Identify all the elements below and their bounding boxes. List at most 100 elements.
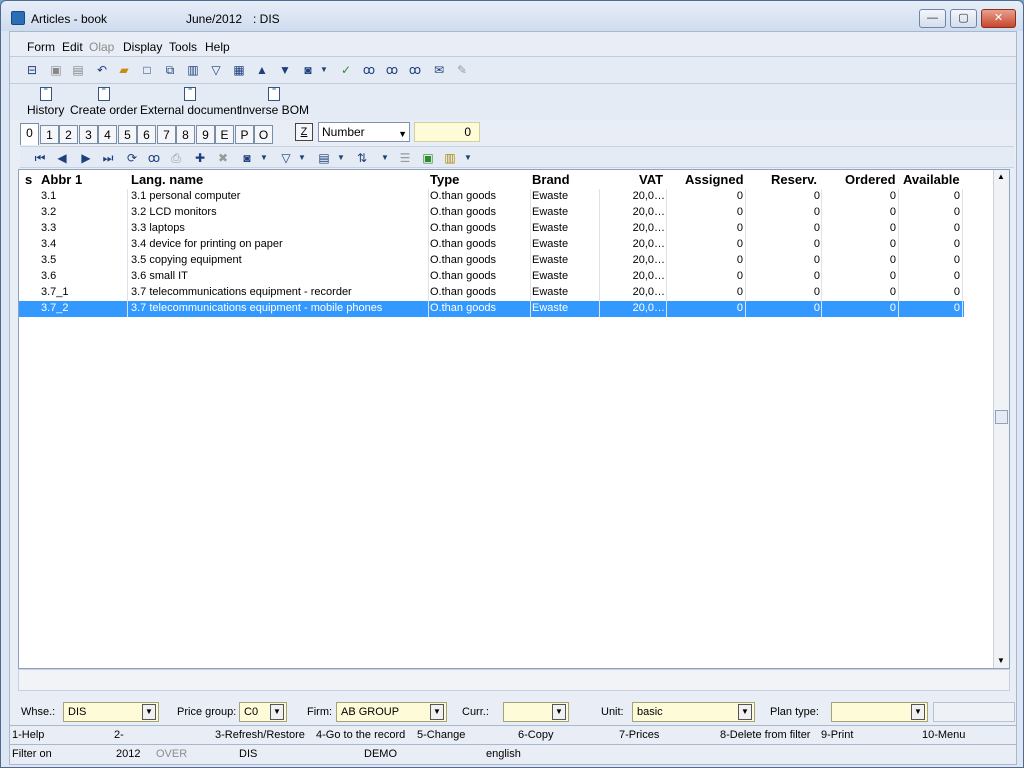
table-cell[interactable]: 20,0… — [601, 222, 665, 234]
tab-0[interactable]: 0 — [20, 123, 39, 145]
articles-grid[interactable]: s Abbr 1 Lang. name Type Brand VAT Assig… — [18, 169, 1010, 669]
book-icon[interactable]: ▥ — [185, 62, 201, 78]
table-cell[interactable]: 0 — [899, 238, 960, 250]
col-header-lang-name[interactable]: Lang. name — [131, 172, 203, 187]
table-cell[interactable]: 3.4 — [41, 238, 127, 250]
table-cell[interactable]: 0 — [746, 190, 820, 202]
curr-field[interactable]: ▼ — [503, 702, 569, 722]
sort-dropdown-icon[interactable]: ▼ — [377, 150, 393, 166]
table-cell[interactable]: 3.5 copying equipment — [131, 254, 427, 266]
fkey-2[interactable]: 2- — [114, 729, 124, 741]
camera-icon[interactable]: ◙ — [239, 150, 255, 166]
refresh-icon[interactable]: ⟳ — [124, 150, 140, 166]
table-cell[interactable]: Ewaste — [532, 270, 598, 282]
table-cell[interactable]: 3.1 — [41, 190, 127, 202]
scroll-up-icon[interactable]: ▲ — [997, 172, 1005, 181]
table-cell[interactable]: 3.6 — [41, 270, 127, 282]
table-cell[interactable]: 3.5 — [41, 254, 127, 266]
table-cell[interactable]: 3.7 telecommunications equipment - mobil… — [131, 302, 427, 314]
table-cell[interactable]: 20,0… — [601, 238, 665, 250]
tab-4[interactable]: 4 — [98, 125, 117, 144]
whse-field[interactable]: DIS ▼ — [63, 702, 159, 722]
mail-icon[interactable]: ✉ — [431, 62, 447, 78]
sort-field-select[interactable]: Number ▼ — [318, 122, 410, 142]
menu-form[interactable]: Form — [27, 40, 55, 54]
table-cell[interactable]: 0 — [823, 254, 896, 266]
table-row[interactable]: 3.3 3.3 laptops O.than goods Ewaste 20,0… 0 0 0… — [19, 221, 964, 237]
fkey-8[interactable]: 8-Delete from filter — [720, 729, 810, 741]
last-record-icon[interactable]: ⏭ — [100, 150, 116, 166]
minimize-button[interactable]: — — [919, 9, 946, 28]
binoculars-icon[interactable]: ꝏ — [146, 150, 162, 166]
scroll-thumb[interactable] — [995, 410, 1008, 424]
table-row[interactable]: 3.6 3.6 small IT O.than goods Ewaste 20,0… 0 0… — [19, 269, 964, 285]
table-cell[interactable]: O.than goods — [430, 190, 528, 202]
table-cell[interactable]: Ewaste — [532, 302, 598, 314]
tab-3[interactable]: 3 — [79, 125, 98, 144]
table-cell[interactable]: 0 — [899, 270, 960, 282]
filter-list-icon[interactable]: ▦ — [231, 62, 247, 78]
col-header-ordered[interactable]: Ordered — [845, 172, 896, 187]
table-cell[interactable]: Ewaste — [532, 254, 598, 266]
table-row[interactable]: 3.7_2 3.7 telecommunications equipment - … — [19, 301, 964, 317]
table-cell[interactable]: 0 — [823, 206, 896, 218]
chevron-down-icon[interactable]: ▼ — [142, 704, 156, 720]
table-cell[interactable]: 0 — [899, 190, 960, 202]
tree-icon[interactable]: ⊟ — [24, 62, 40, 78]
chevron-down-icon[interactable]: ▼ — [270, 704, 284, 720]
check-icon[interactable]: ✓ — [338, 62, 354, 78]
col-header-s[interactable]: s — [25, 172, 32, 187]
find-next-icon[interactable]: ꝏ — [384, 62, 400, 78]
tab-5[interactable]: 5 — [118, 125, 137, 144]
table-cell[interactable]: O.than goods — [430, 238, 528, 250]
table-cell[interactable]: 20,0… — [601, 254, 665, 266]
first-record-icon[interactable]: ⏮ — [32, 150, 48, 166]
table-cell[interactable]: Ewaste — [532, 222, 598, 234]
tab-p[interactable]: P — [235, 125, 254, 144]
col-header-vat[interactable]: VAT — [639, 172, 663, 187]
table-cell[interactable]: 3.7_1 — [41, 286, 127, 298]
table-row[interactable]: 3.2 3.2 LCD monitors O.than goods Ewaste 20,… — [19, 205, 964, 221]
table-cell[interactable]: 0 — [668, 286, 743, 298]
table-row[interactable]: 3.7_1 3.7 telecommunications equipment - … — [19, 285, 964, 301]
col-header-assigned[interactable]: Assigned — [685, 172, 744, 187]
next-record-icon[interactable]: ▶ — [78, 150, 94, 166]
table-cell[interactable]: 0 — [823, 302, 896, 314]
tab-2[interactable]: 2 — [59, 125, 78, 144]
tab-8[interactable]: 8 — [176, 125, 195, 144]
table-row[interactable]: 3.5 3.5 copying equipment O.than goods Ewas… — [19, 253, 964, 269]
table-cell[interactable]: 20,0… — [601, 286, 665, 298]
table-cell[interactable]: 0 — [668, 222, 743, 234]
table-cell[interactable]: O.than goods — [430, 270, 528, 282]
add-icon[interactable]: ✚ — [192, 150, 208, 166]
table-cell[interactable]: 0 — [823, 270, 896, 282]
table-cell[interactable]: 0 — [746, 254, 820, 266]
new-document-icon[interactable]: □ — [139, 62, 155, 78]
fkey-3[interactable]: 3-Refresh/Restore — [215, 729, 305, 741]
fkey-1[interactable]: 1-Help — [12, 729, 44, 741]
table-cell[interactable]: 0 — [746, 286, 820, 298]
tab-9[interactable]: 9 — [196, 125, 215, 144]
col-header-reserv[interactable]: Reserv. — [771, 172, 817, 187]
previous-record-icon[interactable]: ◀ — [54, 150, 70, 166]
table-cell[interactable]: Ewaste — [532, 238, 598, 250]
table-cell[interactable]: 3.7_2 — [41, 302, 127, 314]
z-button[interactable]: Z — [295, 123, 313, 141]
table-cell[interactable]: 3.7 telecommunications equipment - recor… — [131, 286, 427, 298]
tab-1[interactable]: 1 — [40, 125, 59, 144]
tab-6[interactable]: 6 — [137, 125, 156, 144]
close-button[interactable]: ✕ — [981, 9, 1016, 28]
col-header-brand[interactable]: Brand — [532, 172, 570, 187]
table-row[interactable]: 3.1 3.1 personal computer O.than goods Ewas… — [19, 189, 964, 205]
table-cell[interactable]: O.than goods — [430, 254, 528, 266]
table-cell[interactable]: 3.3 — [41, 222, 127, 234]
price-group-field[interactable]: C0 ▼ — [239, 702, 287, 722]
create-order-button[interactable]: ≡ Create order — [70, 86, 137, 117]
table-cell[interactable]: 0 — [899, 286, 960, 298]
table-cell[interactable]: 20,0… — [601, 302, 665, 314]
camera-dropdown-icon[interactable]: ▼ — [256, 150, 272, 166]
title-bar[interactable]: Articles - book June/2012 : DIS — ▢ ✕ — [1, 1, 1023, 31]
table-cell[interactable]: 0 — [899, 206, 960, 218]
table-cell[interactable]: O.than goods — [430, 206, 528, 218]
table-cell[interactable]: 0 — [746, 270, 820, 282]
